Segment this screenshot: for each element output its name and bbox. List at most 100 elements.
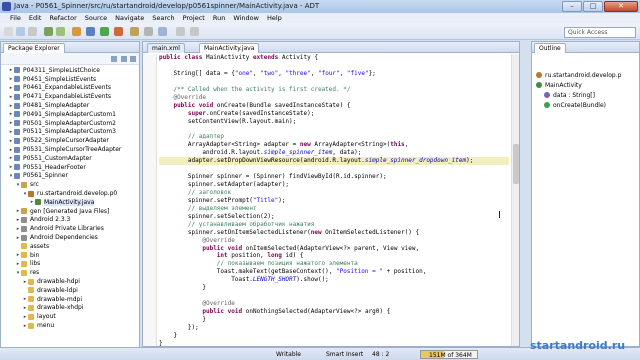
library-icon: [21, 225, 27, 232]
tree-item[interactable]: ▸ drawable-hdpi: [1, 277, 139, 286]
code-line: // показываем позиция нажатого элемента: [216, 260, 358, 268]
editor-vertical-scrollbar[interactable]: [511, 54, 519, 346]
code-line: android.R.layout.simple_spinner_item, da…: [159, 149, 362, 157]
tab-outline[interactable]: Outline: [534, 43, 566, 53]
minimize-button[interactable]: –: [562, 1, 582, 12]
tree-item[interactable]: ▾ ru.startandroid.develop.p0: [1, 189, 139, 198]
field-icon: [544, 92, 550, 98]
outline-item[interactable]: MainActivity: [536, 80, 639, 90]
outline-item[interactable]: ru.startandroid.develop.p: [536, 70, 639, 80]
scrollbar-thumb[interactable]: [513, 144, 519, 184]
search-icon[interactable]: [158, 27, 167, 36]
new-class-icon[interactable]: [130, 27, 139, 36]
close-button[interactable]: ✕: [604, 1, 638, 12]
open-type-icon[interactable]: [144, 27, 153, 36]
link-with-editor-icon[interactable]: [121, 56, 127, 62]
project-icon: [14, 67, 20, 74]
tree-item[interactable]: ▸ bin: [1, 251, 139, 260]
tree-item[interactable]: ▸ layout: [1, 312, 139, 321]
tree-item[interactable]: ▸ libs: [1, 260, 139, 269]
code-line: ArrayAdapter<String> adapter = new Array…: [159, 141, 409, 149]
code-area[interactable]: public class MainActivity extends Activi…: [159, 54, 509, 346]
library-icon: [21, 234, 27, 241]
tree-item[interactable]: ▸ drawable-xhdpi: [1, 304, 139, 313]
menu-item-edit[interactable]: Edit: [25, 13, 46, 23]
outline-tab-label: Outline: [539, 45, 561, 52]
tree-item[interactable]: ▸ P0501_SimpleAdapterCustom2: [1, 119, 139, 128]
run-icon[interactable]: [100, 27, 109, 36]
menu-item-refactor[interactable]: Refactor: [45, 13, 80, 23]
tree-item[interactable]: assets: [1, 242, 139, 251]
tree-item[interactable]: ▸ Android 2.3.3: [1, 216, 139, 225]
tab-mainactivity-java[interactable]: MainActivity.java: [199, 43, 260, 53]
tree-item-label: gen [Generated Java Files]: [30, 207, 110, 215]
tree-item[interactable]: drawable-ldpi: [1, 286, 139, 295]
tab-main-xml[interactable]: main.xml: [147, 43, 185, 53]
tree-item[interactable]: ▾ src: [1, 180, 139, 189]
menu-item-search[interactable]: Search: [148, 13, 178, 23]
tree-item[interactable]: ▸ P0461_ExpandableListEvents: [1, 84, 139, 93]
menu-item-navigate[interactable]: Navigate: [111, 13, 148, 23]
tree-item[interactable]: ▾ P0561_Spinner: [1, 172, 139, 181]
outline-item[interactable]: onCreate(Bundle): [536, 100, 639, 110]
tree-item-label: P0561_Spinner: [23, 172, 68, 180]
code-line: super.onCreate(savedInstanceState);: [187, 109, 315, 117]
editor-panel: main.xml MainActivity.java public class M…: [142, 41, 520, 347]
menu-item-source[interactable]: Source: [81, 13, 111, 23]
view-menu-icon[interactable]: [130, 56, 136, 62]
tree-item[interactable]: ▸ P04311_SimpleListChoice: [1, 66, 139, 75]
project-icon: [14, 128, 20, 135]
tab-package-explorer[interactable]: Package Explorer: [3, 43, 65, 53]
outline-panel: Outline ru.startandroid.develop.p MainAct…: [531, 41, 640, 347]
menu-item-window[interactable]: Window: [229, 13, 263, 23]
debug-icon[interactable]: [86, 27, 95, 36]
folder-icon: [21, 260, 27, 267]
tree-item[interactable]: ▾ res: [1, 268, 139, 277]
back-icon[interactable]: [176, 27, 185, 36]
tree-item[interactable]: ▸ Android Dependencies: [1, 233, 139, 242]
menu-item-project[interactable]: Project: [179, 13, 209, 23]
code-line: public void onCreate(Bundle savedInstanc…: [173, 101, 351, 109]
tree-item-label: MainActivity.java: [44, 198, 95, 206]
tree-item[interactable]: ▸ MainActivity.java: [1, 198, 139, 207]
tree-item[interactable]: ▸ P0511_SimpleAdapterCustom3: [1, 128, 139, 137]
outline-header: Outline: [532, 42, 639, 53]
maximize-button[interactable]: □: [583, 1, 603, 12]
quick-access-input[interactable]: Quick Access: [564, 27, 636, 38]
tree-item[interactable]: ▸ P0491_SimpleAdapterCustom1: [1, 110, 139, 119]
java-file-icon: [35, 199, 41, 206]
tree-item[interactable]: ▸ P0471_ExpandableListEvents: [1, 92, 139, 101]
tree-item[interactable]: ▸ P0531_SimpleCursorTreeAdapter: [1, 145, 139, 154]
avd-manager-icon[interactable]: [56, 27, 65, 36]
tree-item[interactable]: ▸ P0551_CustomAdapter: [1, 154, 139, 163]
status-insert-mode: Smart Insert: [326, 351, 364, 358]
tree-item[interactable]: ▸ gen [Generated Java Files]: [1, 207, 139, 216]
save-icon[interactable]: [16, 27, 25, 36]
menu-item-file[interactable]: File: [6, 13, 25, 23]
tree-item[interactable]: ▸ P0481_SimpleAdapter: [1, 101, 139, 110]
code-line: /** Called when the activity is first cr…: [173, 85, 351, 93]
print-icon[interactable]: [28, 27, 37, 36]
menu-item-run[interactable]: Run: [209, 13, 229, 23]
package-tree: ▸ P04311_SimpleListChoice ▸ P0451_SimpleLis…: [1, 66, 139, 355]
forward-icon[interactable]: [190, 27, 199, 36]
editor-tab-label: main.xml: [152, 45, 180, 52]
new-icon[interactable]: [4, 27, 13, 36]
tree-item-label: bin: [30, 251, 40, 259]
tree-item-label: P0522_SimpleCursorAdapter: [23, 137, 109, 145]
tree-item[interactable]: ▸ Android Private Libraries: [1, 224, 139, 233]
code-line: String[] data = {"one", "two", "three", …: [159, 69, 376, 77]
tree-item[interactable]: ▸ P0522_SimpleCursorAdapter: [1, 136, 139, 145]
new-java-project-icon[interactable]: [72, 27, 81, 36]
tree-item[interactable]: ▸ P0551_HeaderFooter: [1, 163, 139, 172]
tree-item[interactable]: ▸ P0451_SimpleListEvents: [1, 75, 139, 84]
android-sdk-manager-icon[interactable]: [44, 27, 53, 36]
collapse-all-icon[interactable]: [111, 56, 117, 62]
menu-item-help[interactable]: Help: [263, 13, 286, 23]
external-tools-icon[interactable]: [114, 27, 123, 36]
heap-status[interactable]: 151M of 364M: [420, 350, 478, 359]
tree-item[interactable]: ▸ drawable-mdpi: [1, 295, 139, 304]
outline-item[interactable]: data : String[]: [536, 90, 639, 100]
tree-item[interactable]: ▸ menu: [1, 321, 139, 330]
